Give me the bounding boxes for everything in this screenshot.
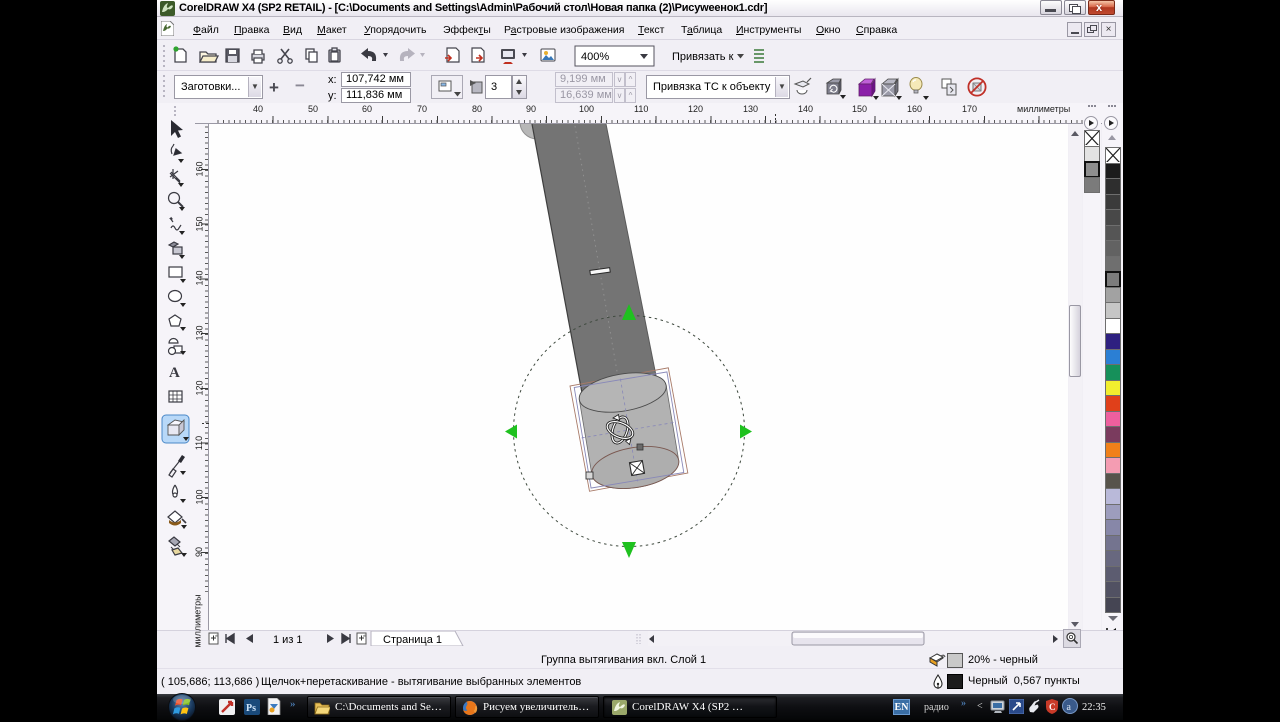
svg-text:A: A — [169, 365, 180, 381]
svg-text:400%: 400% — [581, 51, 609, 63]
svg-text:C: C — [1049, 702, 1056, 712]
svg-text:Привязать к: Привязать к — [672, 51, 734, 63]
svg-text:1 из 1: 1 из 1 — [273, 634, 303, 646]
svg-text:a: a — [1067, 702, 1072, 713]
svg-text:Страница 1: Страница 1 — [383, 634, 442, 646]
svg-text:Ps: Ps — [246, 703, 256, 714]
